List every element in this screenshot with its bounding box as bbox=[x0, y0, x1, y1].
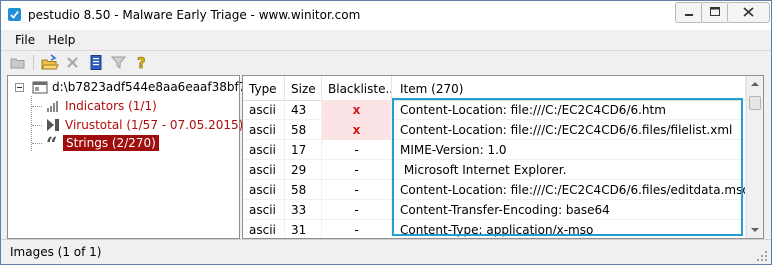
scroll-down-button[interactable] bbox=[747, 221, 763, 238]
menu-file[interactable]: File bbox=[15, 33, 35, 47]
toolbar: ? bbox=[1, 50, 771, 74]
cell-item: Content-Type: application/x-mso bbox=[392, 220, 746, 238]
minimize-button[interactable] bbox=[675, 2, 703, 23]
cell-item: Content-Location: file:///C:/EC2C4CD6/6.… bbox=[392, 120, 746, 140]
virustotal-icon bbox=[47, 119, 59, 131]
cell-item: Content-Transfer-Encoding: base64 bbox=[392, 200, 746, 220]
window-title: pestudio 8.50 - Malware Early Triage - w… bbox=[28, 8, 361, 22]
maximize-button[interactable] bbox=[701, 2, 729, 23]
delete-icon bbox=[67, 57, 78, 68]
tree-root-label: d:\b7823adf544e8aa6eaaf38bf7d3 bbox=[52, 80, 262, 94]
bar-chart-icon bbox=[47, 101, 58, 112]
vertical-scrollbar[interactable] bbox=[746, 76, 763, 238]
app-window: pestudio 8.50 - Malware Early Triage - w… bbox=[0, 0, 772, 265]
quote-icon: “ bbox=[46, 135, 58, 151]
column-header-type[interactable]: Type bbox=[243, 76, 285, 100]
column-header-blacklisted[interactable]: Blackliste... bbox=[322, 76, 392, 100]
cell-blacklisted: - bbox=[322, 180, 392, 200]
tree-item-indicators[interactable]: Indicators (1/1) bbox=[8, 97, 238, 115]
tree-view[interactable]: d:\b7823adf544e8aa6eaaf38bf7d3 Indicator… bbox=[7, 75, 262, 239]
tree-root-node[interactable]: d:\b7823adf544e8aa6eaaf38bf7d3 bbox=[8, 78, 262, 96]
cell-type: ascii bbox=[243, 100, 285, 120]
column-header-item[interactable]: Item (270) bbox=[392, 76, 746, 100]
menu-help[interactable]: Help bbox=[48, 33, 75, 47]
open-folder-icon bbox=[10, 58, 25, 69]
svg-text:?: ? bbox=[137, 54, 146, 71]
cell-blacklisted: - bbox=[322, 220, 392, 238]
cell-blacklisted: x bbox=[322, 120, 392, 140]
strings-table[interactable]: Type Size Blackliste... Item (270) ascii… bbox=[242, 75, 764, 239]
cell-blacklisted: - bbox=[322, 160, 392, 180]
status-text: Images (1 of 1) bbox=[10, 245, 102, 259]
scroll-up-button[interactable] bbox=[747, 76, 763, 93]
cell-size: 58 bbox=[285, 180, 322, 200]
column-header-size[interactable]: Size bbox=[285, 76, 322, 100]
table-row[interactable]: ascii 17 - MIME-Version: 1.0 bbox=[243, 140, 746, 160]
scroll-thumb[interactable] bbox=[749, 96, 761, 110]
tree-label-strings: Strings (2/270) bbox=[63, 135, 159, 151]
table-row[interactable]: ascii 43 x Content-Location: file:///C:/… bbox=[243, 100, 746, 120]
table-row[interactable]: ascii 58 x Content-Location: file:///C:/… bbox=[243, 120, 746, 140]
pestudio-app-icon bbox=[8, 8, 21, 21]
cell-item: MIME-Version: 1.0 bbox=[392, 140, 746, 160]
filter-button[interactable] bbox=[110, 54, 128, 71]
svg-text:“: “ bbox=[46, 135, 58, 151]
delete-button[interactable] bbox=[64, 54, 82, 71]
open-file-button[interactable] bbox=[41, 54, 59, 71]
table-row[interactable]: ascii 31 - Content-Type: application/x-m… bbox=[243, 220, 746, 238]
cell-type: ascii bbox=[243, 220, 285, 238]
status-bar: Images (1 of 1) bbox=[1, 239, 771, 264]
open-file-icon bbox=[41, 54, 59, 70]
tree-item-strings[interactable]: “ Strings (2/270) bbox=[8, 134, 238, 152]
toolbar-separator bbox=[33, 55, 34, 70]
table-header: Type Size Blackliste... Item (270) bbox=[243, 76, 746, 101]
cell-item: Content-Location: file:///C:/EC2C4CD6/6.… bbox=[392, 100, 746, 120]
cell-type: ascii bbox=[243, 180, 285, 200]
maximize-icon bbox=[710, 7, 720, 16]
cell-type: ascii bbox=[243, 200, 285, 220]
table-row[interactable]: ascii 29 - Microsoft Internet Explorer. bbox=[243, 160, 746, 180]
scroll-up-icon bbox=[751, 82, 759, 86]
tree-label-virustotal: Virustotal (1/57 - 07.05.2015) bbox=[65, 118, 244, 132]
help-button[interactable]: ? bbox=[133, 54, 151, 71]
cell-size: 43 bbox=[285, 100, 322, 120]
title-bar[interactable]: pestudio 8.50 - Malware Early Triage - w… bbox=[1, 1, 771, 30]
export-button[interactable] bbox=[87, 54, 105, 71]
tree-item-virustotal[interactable]: Virustotal (1/57 - 07.05.2015) bbox=[8, 116, 243, 134]
cell-size: 33 bbox=[285, 200, 322, 220]
cell-size: 29 bbox=[285, 160, 322, 180]
cell-size: 17 bbox=[285, 140, 322, 160]
resize-grip-icon[interactable] bbox=[756, 250, 768, 262]
open-folder-button[interactable] bbox=[9, 54, 27, 71]
cell-type: ascii bbox=[243, 160, 285, 180]
minimize-icon bbox=[685, 14, 693, 16]
help-icon: ? bbox=[137, 54, 146, 71]
cell-size: 58 bbox=[285, 120, 322, 140]
table-row[interactable]: ascii 58 - Content-Location: file:///C:/… bbox=[243, 180, 746, 200]
cell-type: ascii bbox=[243, 140, 285, 160]
cell-blacklisted: - bbox=[322, 140, 392, 160]
close-button[interactable] bbox=[727, 2, 770, 23]
table-row[interactable]: ascii 33 - Content-Transfer-Encoding: ba… bbox=[243, 200, 746, 220]
menu-bar: File Help bbox=[1, 31, 771, 49]
cell-size: 31 bbox=[285, 220, 322, 238]
filter-icon bbox=[110, 56, 127, 69]
cell-blacklisted: - bbox=[322, 200, 392, 220]
cell-item: Microsoft Internet Explorer. bbox=[392, 160, 746, 180]
cell-type: ascii bbox=[243, 120, 285, 140]
cell-blacklisted: x bbox=[322, 100, 392, 120]
file-icon bbox=[32, 81, 48, 94]
tree-label-indicators: Indicators (1/1) bbox=[65, 99, 157, 113]
export-icon bbox=[90, 55, 102, 70]
scroll-down-icon bbox=[751, 228, 759, 232]
close-icon bbox=[743, 7, 754, 17]
cell-item: Content-Location: file:///C:/EC2C4CD6/6.… bbox=[392, 180, 746, 200]
